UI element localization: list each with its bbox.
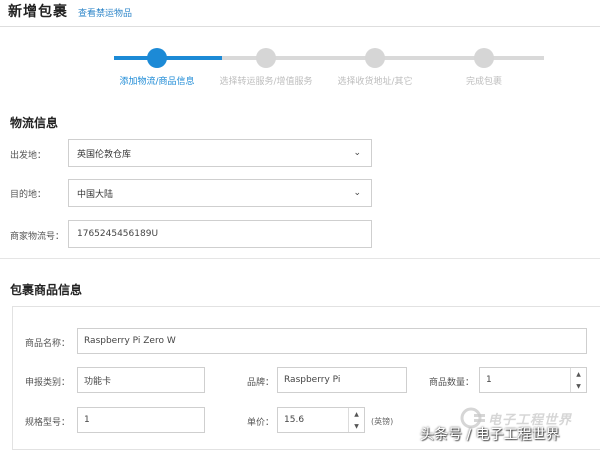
brand-label: 品牌： [247, 378, 275, 388]
price-unit-label: (英镑) [371, 417, 394, 426]
decrement-arrow-icon[interactable]: ▼ [571, 380, 586, 392]
origin-label: 出发地： [10, 151, 47, 161]
destination-select-value: 中国大陆 [77, 189, 114, 200]
unit-price-label: 单价： [247, 418, 275, 428]
step-dot-4 [474, 48, 494, 68]
unit-price-value: 15.6 [284, 415, 305, 425]
step-track-1 [114, 56, 222, 60]
origin-select[interactable]: 英国伦敦仓库 ⌄ [68, 139, 372, 167]
unit-price-stepper[interactable]: 15.6 ▲ ▼ [277, 407, 365, 433]
price-spin-buttons: ▲ ▼ [348, 408, 364, 432]
page-header: 新增包裹 查看禁运物品 [8, 0, 132, 22]
logistics-section-title: 物流信息 [10, 116, 59, 130]
progress-stepper: 添加物流/商品信息 选择转运服务/增值服务 选择收货地址/其它 完成包裹 [104, 44, 544, 92]
brand-value: Raspberry Pi [284, 375, 341, 385]
declared-category-value: 功能卡 [84, 376, 112, 387]
step-dot-3 [365, 48, 385, 68]
item-name-value: Raspberry Pi Zero W [84, 336, 176, 346]
step-label-4: 完成包裹 [465, 77, 502, 87]
view-prohibited-items-link[interactable]: 查看禁运物品 [78, 6, 132, 19]
quantity-value: 1 [486, 375, 492, 385]
chevron-down-icon: ⌄ [353, 148, 361, 158]
quantity-label: 商品数量： [429, 378, 475, 388]
item-name-label: 商品名称： [25, 339, 71, 349]
tracking-number-value: 1765245456189U [77, 229, 159, 239]
increment-arrow-icon[interactable]: ▲ [571, 368, 586, 380]
declared-category-input[interactable]: 功能卡 [77, 367, 205, 393]
watermark-caption: 头条号 / 电子工程世界 [420, 427, 560, 443]
destination-select[interactable]: 中国大陆 ⌄ [68, 179, 372, 207]
tracking-label: 商家物流号： [10, 232, 65, 242]
header-divider [0, 26, 600, 27]
step-label-3: 选择收货地址/其它 [337, 77, 413, 87]
step-track-3 [332, 56, 442, 60]
decrement-arrow-icon[interactable]: ▼ [349, 420, 364, 432]
chevron-down-icon: ⌄ [353, 188, 361, 198]
destination-label: 目的地： [10, 190, 47, 200]
increment-arrow-icon[interactable]: ▲ [349, 408, 364, 420]
brand-input[interactable]: Raspberry Pi [277, 367, 407, 393]
quantity-stepper[interactable]: 1 ▲ ▼ [479, 367, 587, 393]
item-name-input[interactable]: Raspberry Pi Zero W [77, 328, 587, 354]
package-section-title: 包裹商品信息 [10, 283, 83, 297]
page-title: 新增包裹 [8, 4, 68, 20]
declared-category-label: 申报类别： [25, 378, 71, 388]
step-track-2 [222, 56, 332, 60]
tracking-number-input[interactable]: 1765245456189U [68, 220, 372, 248]
step-label-2: 选择转运服务/增值服务 [219, 77, 313, 87]
section-divider [0, 258, 600, 259]
step-label-1: 添加物流/商品信息 [119, 77, 195, 87]
model-label: 规格型号： [25, 418, 71, 428]
model-value: 1 [84, 415, 90, 425]
quantity-spin-buttons: ▲ ▼ [570, 368, 586, 392]
step-dot-1 [147, 48, 167, 68]
step-dot-2 [256, 48, 276, 68]
model-input[interactable]: 1 [77, 407, 205, 433]
origin-select-value: 英国伦敦仓库 [77, 149, 132, 160]
